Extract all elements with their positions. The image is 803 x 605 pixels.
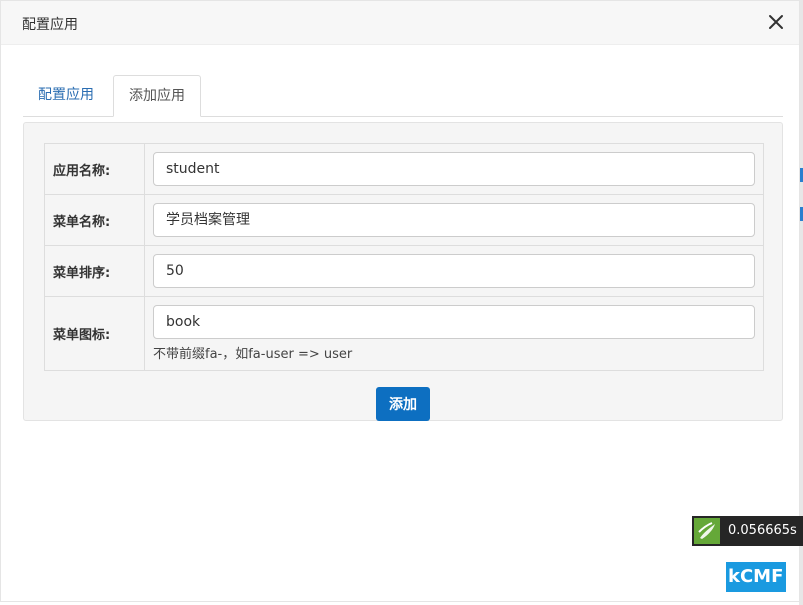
form-panel: 应用名称: student 菜单名称: 学员档案管理 菜单排序: 50 菜单图标… xyxy=(23,122,783,421)
close-icon[interactable] xyxy=(767,13,785,31)
debug-timer-badge[interactable]: 0.056665s xyxy=(692,516,803,546)
form-row-app-name: 应用名称: student xyxy=(44,143,764,195)
form-row-menu-name: 菜单名称: 学员档案管理 xyxy=(44,194,764,246)
menu-icon-cell: book 不带前缀fa-，如fa-user => user xyxy=(144,296,764,371)
add-button[interactable]: 添加 xyxy=(376,387,430,421)
menu-icon-input[interactable]: book xyxy=(153,305,755,339)
menu-icon-help-text: 不带前缀fa-，如fa-user => user xyxy=(153,347,353,362)
tab-add-app[interactable]: 添加应用 xyxy=(113,75,201,117)
tab-config-app[interactable]: 配置应用 xyxy=(23,75,109,117)
debug-logo-icon xyxy=(694,518,720,544)
form-row-menu-order: 菜单排序: 50 xyxy=(44,245,764,297)
app-name-label: 应用名称: xyxy=(44,143,145,195)
menu-order-input[interactable]: 50 xyxy=(153,254,755,288)
menu-name-input[interactable]: 学员档案管理 xyxy=(153,203,755,237)
config-app-dialog: 配置应用 配置应用 添加应用 应用名称: student 菜单名称: 学员档案管… xyxy=(0,0,800,602)
debug-time-value: 0.056665s xyxy=(728,523,797,538)
dialog-title: 配置应用 xyxy=(22,17,78,33)
menu-icon-label: 菜单图标: xyxy=(44,296,145,371)
app-name-cell: student xyxy=(144,143,764,195)
menu-order-label: 菜单排序: xyxy=(44,245,145,297)
tab-bar: 配置应用 添加应用 xyxy=(23,75,783,117)
menu-name-cell: 学员档案管理 xyxy=(144,194,764,246)
app-name-input[interactable]: student xyxy=(153,152,755,186)
cmf-watermark: kCMF xyxy=(726,562,786,592)
form-row-menu-icon: 菜单图标: book 不带前缀fa-，如fa-user => user xyxy=(44,296,764,371)
form-table: 应用名称: student 菜单名称: 学员档案管理 菜单排序: 50 菜单图标… xyxy=(44,143,764,371)
menu-order-cell: 50 xyxy=(144,245,764,297)
menu-name-label: 菜单名称: xyxy=(44,194,145,246)
dialog-header: 配置应用 xyxy=(1,1,799,45)
